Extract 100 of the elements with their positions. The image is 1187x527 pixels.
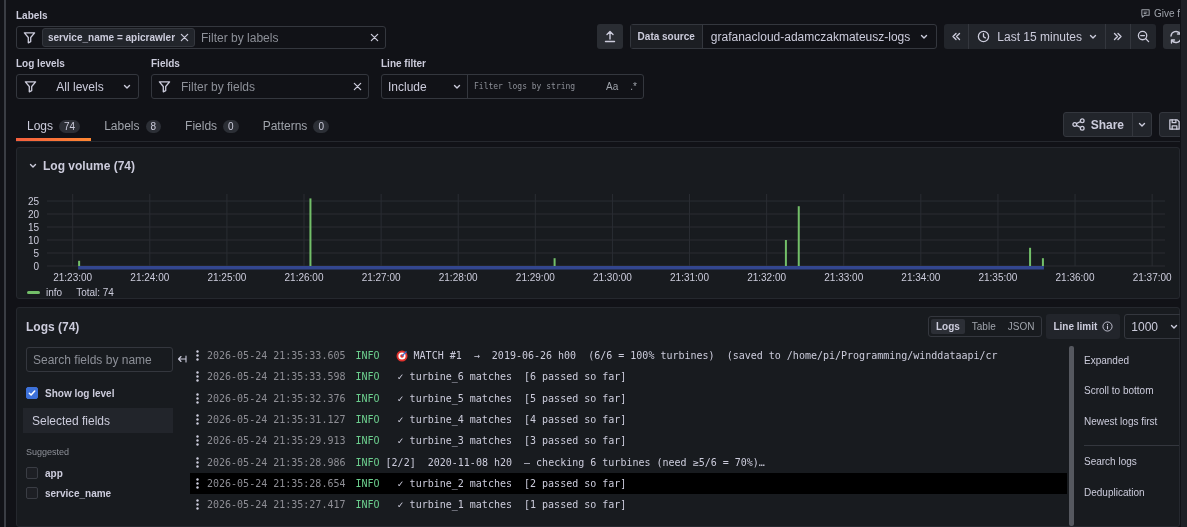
- scrollbar-thumb[interactable]: [1069, 346, 1074, 526]
- log-row[interactable]: 2026-05-24 21:35:32.376 INFO ✓ turbine_5 matches [5 passed so far]: [190, 387, 1067, 409]
- axis-label: 21:31:00: [670, 272, 709, 283]
- feedback-link[interactable]: Give f: [1139, 8, 1180, 19]
- log-row[interactable]: 2026-05-24 21:35:33.605 INFO MATCH #1 → 2019-06-26 h00 (6/6 = 100% turbines) (saved to /home/pi/Programming/winddataapi/cr: [190, 345, 1067, 367]
- filter-chip[interactable]: service_name = apicrawler: [42, 28, 196, 47]
- view-option[interactable]: JSON: [1002, 319, 1040, 334]
- refresh-icon: [1169, 29, 1180, 44]
- timestamp: 2026-05-24 21:35:31.127: [207, 414, 346, 426]
- more-icon[interactable]: [196, 350, 199, 362]
- arrow-left-icon: [177, 354, 187, 364]
- log-message: [2/2] 2020-11-08 h20 – checking 6 turbines (need ≥5/6 = 70%)…: [385, 456, 765, 468]
- timestamp: 2026-05-24 21:35:27.417: [207, 499, 346, 511]
- timestamp: 2026-05-24 21:35:32.376: [207, 392, 346, 404]
- caret-icon: [1089, 33, 1097, 40]
- fields-filter-field[interactable]: Filter by fields: [151, 74, 369, 99]
- menu-option[interactable]: Deduplication: [1084, 477, 1179, 508]
- field-search-input[interactable]: Search fields by name: [26, 347, 173, 372]
- data-source-select[interactable]: grafanacloud-adamczakmateusz-logs: [702, 29, 937, 44]
- log-row[interactable]: 2026-05-24 21:35:33.598 INFO ✓ turbine_6 matches [6 passed so far]: [190, 366, 1067, 388]
- more-icon[interactable]: [196, 371, 199, 383]
- close-icon[interactable]: [353, 82, 362, 91]
- log-levels-select[interactable]: All levels: [16, 74, 139, 99]
- axis-label: 21:30:00: [592, 272, 632, 283]
- double-chevron-right-icon: [1113, 32, 1123, 41]
- log-level: INFO: [355, 350, 380, 362]
- log-level: INFO: [355, 392, 380, 404]
- legend-total: Total: 74: [76, 287, 114, 298]
- share-icon: [1071, 118, 1085, 131]
- more-icon[interactable]: [196, 456, 199, 468]
- checkbox-row[interactable]: app: [26, 467, 173, 479]
- checkbox-row[interactable]: service_name: [26, 487, 173, 499]
- regex-toggle[interactable]: .*: [630, 81, 637, 92]
- legend-swatch: [27, 291, 40, 294]
- line-filter-mode-select[interactable]: Include: [382, 75, 468, 98]
- log-row[interactable]: 2026-05-24 21:35:31.127 INFO ✓ turbine_4 matches [4 passed so far]: [190, 408, 1067, 431]
- timestamp: 2026-05-24 21:35:28.986: [207, 456, 346, 468]
- labels-filter-field[interactable]: service_name = apicrawler Filter by labels: [16, 26, 386, 49]
- caret-icon: [123, 83, 131, 90]
- view-option[interactable]: Table: [966, 319, 1001, 334]
- more-icon[interactable]: [196, 477, 199, 489]
- placeholder-text: Search fields by name: [33, 352, 152, 367]
- axis-label: 25: [27, 195, 39, 207]
- timestamp: 2026-05-24 21:35:28.654: [207, 477, 346, 489]
- volume-bar: [78, 260, 81, 266]
- axis-label: 21:28:00: [438, 272, 478, 283]
- volume-bar: [784, 240, 787, 266]
- count-badge: 0: [313, 119, 329, 133]
- page-scrollbar[interactable]: [1181, 0, 1187, 527]
- line-filter-input[interactable]: Filter logs by string: [474, 82, 595, 91]
- axis-label: 21:25:00: [207, 272, 247, 283]
- selected-fields-header: Selected fields: [23, 408, 173, 433]
- menu-option[interactable]: Scroll to bottom: [1084, 375, 1179, 406]
- close-icon[interactable]: [370, 33, 379, 42]
- log-row[interactable]: 2026-05-24 21:35:27.417 INFO ✓ turbine_1 matches [1 passed so far]: [190, 494, 1067, 516]
- placeholder-text: Filter by labels: [201, 30, 280, 45]
- log-row[interactable]: 2026-05-24 21:35:28.654 INFO ✓ turbine_2 matches [2 passed so far]: [190, 472, 1067, 495]
- axis-label: 21:34:00: [901, 272, 941, 283]
- checkbox-row[interactable]: Show log level: [26, 387, 173, 399]
- checkbox[interactable]: [26, 487, 38, 499]
- comment-icon: [1139, 8, 1151, 19]
- checkbox[interactable]: [26, 467, 38, 479]
- tab[interactable]: Logs 74: [16, 114, 92, 141]
- axis-label: 21:23:00: [53, 272, 93, 283]
- log-row[interactable]: 2026-05-24 21:35:29.913 INFO ✓ turbine_3 matches [3 passed so far]: [190, 430, 1067, 452]
- tab[interactable]: Labels 8: [93, 114, 173, 141]
- more-icon[interactable]: [196, 392, 199, 404]
- log-message: ✓ turbine_3 matches [3 passed so far]: [397, 435, 627, 447]
- menu-option[interactable]: Expanded: [1084, 345, 1179, 376]
- log-level: INFO: [355, 456, 380, 468]
- view-option[interactable]: Logs: [930, 319, 965, 334]
- timestamp: 2026-05-24 21:35:29.913: [207, 435, 346, 447]
- axis-label: 20: [27, 208, 39, 220]
- field-label: Line filter: [381, 57, 427, 71]
- upload-button[interactable]: [596, 24, 623, 49]
- legend-label[interactable]: info: [46, 287, 63, 298]
- axis-label: 0: [33, 260, 39, 272]
- log-level: INFO: [355, 435, 380, 447]
- match-case-toggle[interactable]: Aa: [606, 81, 619, 92]
- collapse-toggle[interactable]: [29, 163, 37, 169]
- more-icon[interactable]: [196, 499, 199, 511]
- tab[interactable]: Patterns 0: [251, 114, 340, 141]
- filter-icon: [158, 80, 171, 93]
- section-label: Suggested: [26, 447, 71, 457]
- save-button[interactable]: [1159, 112, 1180, 137]
- line-limit-label: Line limit: [1053, 321, 1098, 332]
- volume-bar: [309, 198, 312, 266]
- checkbox[interactable]: [26, 387, 38, 399]
- more-icon[interactable]: [196, 435, 199, 447]
- menu-option[interactable]: Newest logs first: [1084, 406, 1179, 437]
- volume-bar: [1029, 247, 1032, 266]
- menu-option[interactable]: Search logs: [1084, 446, 1179, 477]
- more-icon[interactable]: [196, 414, 199, 426]
- close-icon[interactable]: [180, 33, 190, 42]
- log-message: ✓ turbine_5 matches [5 passed so far]: [397, 392, 627, 404]
- log-row[interactable]: 2026-05-24 21:35:28.986 INFO [2/2] 2020-11-08 h20 – checking 6 turbines (need ≥5/6 = 70%)…: [190, 451, 1067, 473]
- axis-label: 21:29:00: [515, 272, 555, 283]
- collapse-sidebar-icon[interactable]: [177, 353, 187, 365]
- tab[interactable]: Fields 0: [174, 114, 250, 141]
- log-message: ✓ turbine_6 matches [6 passed so far]: [397, 371, 627, 383]
